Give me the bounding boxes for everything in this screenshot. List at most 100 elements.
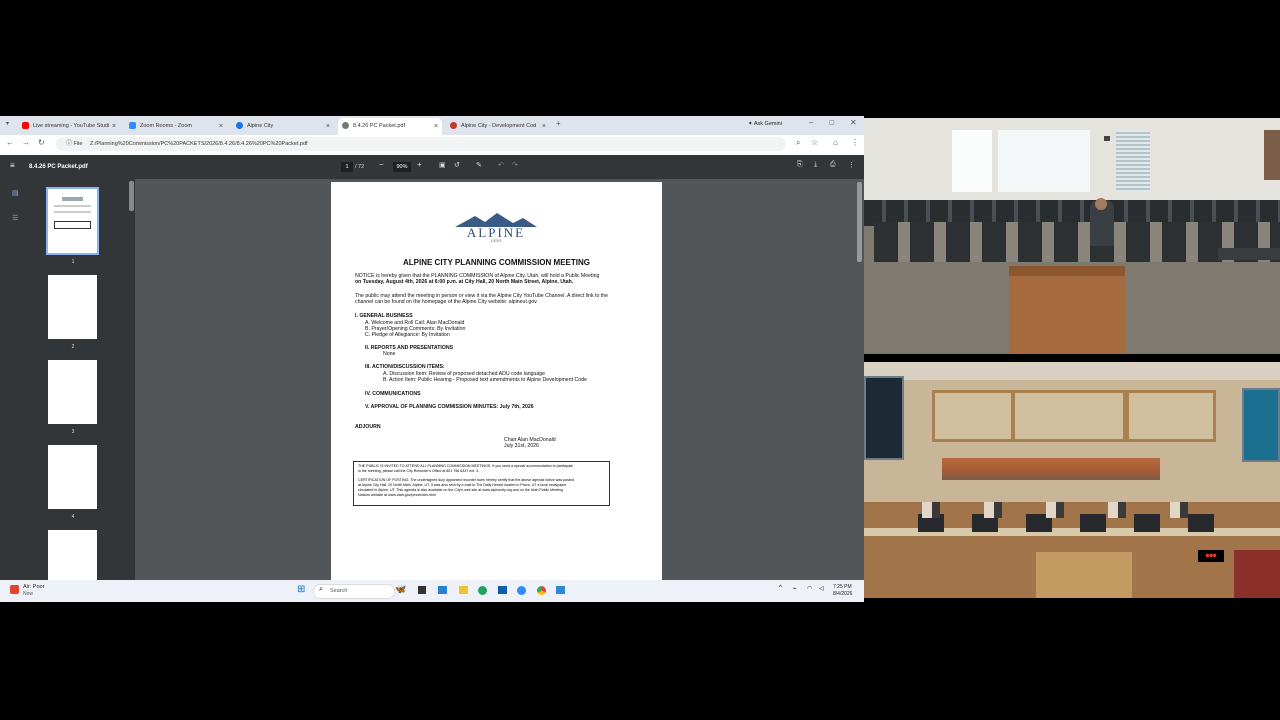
page-total: / 72 xyxy=(355,164,365,170)
thumbnail-label: 1 xyxy=(71,259,75,265)
back-icon[interactable]: ← xyxy=(6,138,14,147)
city-icon xyxy=(450,122,457,130)
redo-icon[interactable]: ↷ xyxy=(512,161,518,169)
wall-art xyxy=(1264,130,1280,180)
camera-feed-dais: ●●● xyxy=(864,362,1280,598)
fit-page-icon[interactable]: ▣ xyxy=(439,161,446,169)
item-1c: C. Pledge of Allegiance: By Invitation xyxy=(365,332,450,338)
tab-label: 8.4.26 PC Packet.pdf xyxy=(353,123,405,129)
task-view-icon[interactable] xyxy=(418,586,426,594)
volume-icon[interactable]: ◁ xyxy=(819,585,824,592)
mail-icon[interactable] xyxy=(556,586,565,594)
taskbar-search-box[interactable]: ⌕ Search xyxy=(313,584,395,599)
section-action-items: III. ACTION/DISCUSSION ITEMS: xyxy=(365,364,445,370)
chrome-icon[interactable] xyxy=(537,586,546,595)
box-line-3: CERTIFICATION OF POSTING. The undersigne… xyxy=(358,478,574,482)
tab-alpine-city[interactable]: Alpine City × xyxy=(232,118,334,135)
viewport-scrollbar[interactable] xyxy=(857,182,862,262)
info-icon: ⓘ xyxy=(66,141,73,147)
thumbnail-page-4[interactable] xyxy=(48,445,97,509)
meeting-heading: ALPINE CITY PLANNING COMMISSION MEETING xyxy=(403,258,590,267)
windows-start-icon[interactable]: ⊞ xyxy=(297,585,305,595)
globe-icon xyxy=(236,122,243,130)
zoom-lens-icon[interactable]: ⌕ xyxy=(796,138,800,148)
tab-youtube-studio[interactable]: Live streaming - YouTube Studi × xyxy=(18,118,120,135)
tab-pdf-packet[interactable]: 8.4.26 PC Packet.pdf × xyxy=(338,118,442,135)
box-line-1: THE PUBLIC IS INVITED TO ATTEND ALL PLAN… xyxy=(358,464,574,468)
minimize-icon[interactable]: – xyxy=(809,118,813,127)
air-quality-icon[interactable] xyxy=(10,585,19,594)
window-close-icon[interactable]: ✕ xyxy=(850,118,857,127)
tray-chevron-icon[interactable]: ^ xyxy=(779,585,782,591)
wifi-icon[interactable]: ◠ xyxy=(807,585,812,592)
search-placeholder: Search xyxy=(330,588,348,594)
close-icon[interactable]: × xyxy=(219,118,223,135)
window-blinds xyxy=(1116,130,1150,192)
tab-strip: ▾ Live streaming - YouTube Studi × Zoom R… xyxy=(0,116,864,135)
edge-icon[interactable] xyxy=(478,586,487,595)
hamburger-menu-icon[interactable]: ≡ xyxy=(10,161,15,170)
thumbnail-page-5[interactable] xyxy=(48,530,97,580)
sidebar-scrollbar[interactable] xyxy=(129,181,134,211)
tab-search-icon[interactable]: ▾ xyxy=(6,120,9,127)
zoom-out-icon[interactable]: − xyxy=(379,160,384,169)
ceiling xyxy=(864,362,1280,380)
thumbnail-page-3[interactable] xyxy=(48,360,97,424)
url-text: Z:/Planning%20Commission/PC%20PACKETS/20… xyxy=(89,141,308,147)
council-members xyxy=(922,502,1222,518)
print-icon[interactable]: ⎙ xyxy=(830,161,836,169)
menu-dots-icon[interactable]: ⋮ xyxy=(851,138,859,147)
ask-gemini-button[interactable]: ✦ Ask Gemini xyxy=(748,121,782,127)
thumbnail-page-2[interactable] xyxy=(48,275,97,339)
display-screen-left xyxy=(864,376,904,460)
thumbnail-page-1[interactable] xyxy=(46,187,99,255)
extensions-icon[interactable]: ⌂ xyxy=(833,138,838,147)
thumbnail-label: 4 xyxy=(71,514,75,520)
reload-icon[interactable]: ↻ xyxy=(38,138,45,147)
search-icon: ⌕ xyxy=(319,586,323,593)
undo-icon[interactable]: ↶ xyxy=(498,161,504,169)
clock-date: 8/4/2026 xyxy=(833,591,853,597)
rotate-icon[interactable]: ↺ xyxy=(454,161,460,169)
youtube-icon xyxy=(22,122,29,130)
new-tab-icon[interactable]: + xyxy=(556,119,561,128)
more-icon[interactable]: ⋮ xyxy=(848,161,855,169)
speaker-podium xyxy=(1036,552,1132,598)
zoom-level[interactable]: 90% xyxy=(393,162,411,172)
weather-sub: Now xyxy=(23,591,34,597)
zoom-in-icon[interactable]: + xyxy=(417,160,422,169)
draw-icon[interactable]: ✎ xyxy=(476,161,482,169)
maximize-icon[interactable]: ▢ xyxy=(829,119,835,126)
close-icon[interactable]: × xyxy=(112,118,116,135)
pdf-page: ALPINE 1 8 5 0 ALPINE CITY PLANNING COMM… xyxy=(331,182,662,580)
url-field[interactable]: ⓘ File Z:/Planning%20Commission/PC%20PAC… xyxy=(56,137,786,151)
tab-zoom[interactable]: Zoom Rooms - Zoom × xyxy=(125,118,227,135)
download-icon[interactable]: ⤓ xyxy=(814,161,817,169)
zoom-icon xyxy=(129,122,136,130)
bookmark-star-icon[interactable]: ☆ xyxy=(811,138,818,147)
tab-label: Zoom Rooms - Zoom xyxy=(140,123,192,129)
clock-time[interactable]: 7:25 PM xyxy=(833,584,852,590)
chair-date: July 31st, 2026 xyxy=(504,443,539,449)
podium xyxy=(1009,266,1125,354)
outlook-icon[interactable] xyxy=(498,586,507,594)
notice-line-2: on Tuesday, August 4th, 2026 at 6:00 p.m… xyxy=(355,279,574,285)
tab-development-code[interactable]: Alpine City - Development Cod × xyxy=(446,118,550,135)
close-icon[interactable]: × xyxy=(434,118,438,135)
outline-icon[interactable]: ☰ xyxy=(12,214,18,222)
network-icon[interactable]: ⌁ xyxy=(793,585,797,592)
page-number-input[interactable]: 1 xyxy=(341,162,353,172)
store-icon[interactable] xyxy=(438,586,447,594)
zoom-app-icon[interactable] xyxy=(517,586,526,595)
camera-feed-podium xyxy=(864,118,1280,354)
forward-icon[interactable]: → xyxy=(22,138,30,147)
close-icon[interactable]: × xyxy=(326,118,330,135)
mascot-icon[interactable]: 🦋 xyxy=(395,584,406,595)
close-icon[interactable]: × xyxy=(542,118,546,135)
person-head xyxy=(1095,198,1107,210)
save-drive-icon[interactable]: ⎘ xyxy=(797,161,803,169)
ask-gemini-label: Ask Gemini xyxy=(753,121,782,127)
thumbnails-icon[interactable]: ▤ xyxy=(12,189,19,197)
file-explorer-icon[interactable] xyxy=(459,586,468,594)
logo-year: 1 8 5 0 xyxy=(490,239,502,243)
